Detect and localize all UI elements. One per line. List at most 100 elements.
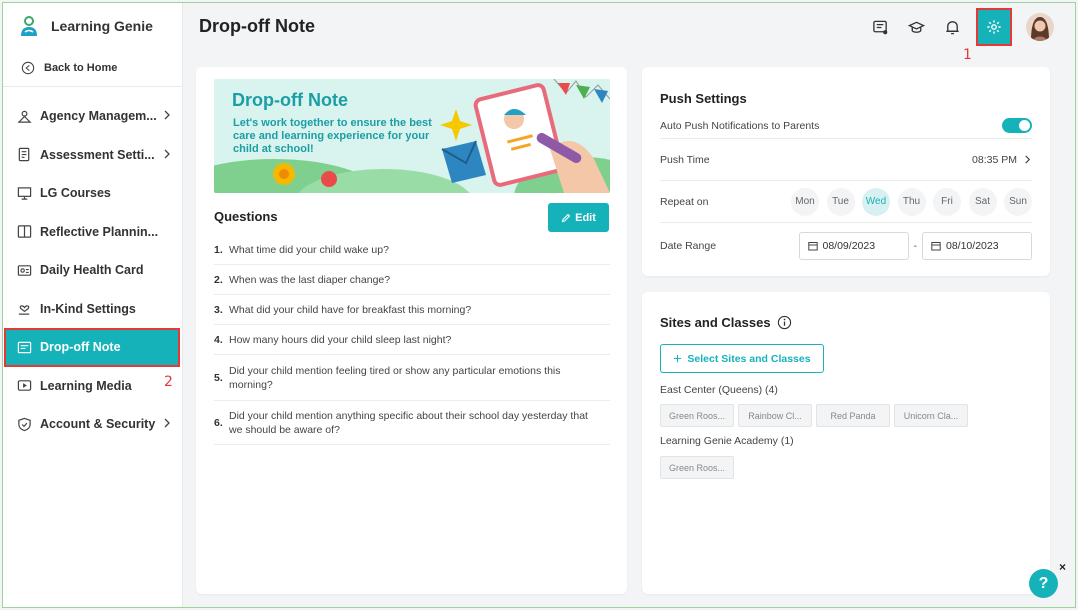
push-time-value: 08:35 PM	[972, 153, 1017, 166]
edit-button[interactable]: Edit	[548, 203, 609, 232]
class-chip: Unicorn Cla...	[894, 404, 968, 427]
day-wed[interactable]: Wed	[862, 187, 890, 216]
start-date-field[interactable]: 08/09/2023	[798, 232, 909, 260]
sidebar-item-label: LG Courses	[40, 186, 111, 201]
repeat-on-label: Repeat on	[660, 195, 709, 208]
chevron-right-icon	[1025, 155, 1031, 164]
repeat-on-row: Repeat on Mon Tue Wed Thu Fri Sat Sun	[660, 181, 1032, 223]
questions-title: Questions	[214, 209, 278, 224]
help-button[interactable]: ?	[1029, 569, 1058, 598]
day-mon[interactable]: Mon	[791, 187, 819, 216]
auto-push-label: Auto Push Notifications to Parents	[660, 119, 820, 132]
push-time-row: Push Time 08:35 PM	[660, 139, 1032, 181]
learning-genie-logo-icon	[21, 16, 37, 36]
back-to-home-label: Back to Home	[44, 61, 118, 74]
question-text: How many hours did your child sleep last…	[229, 333, 452, 346]
sidebar-item-reflective-planning[interactable]: Reflective Plannin...	[3, 213, 182, 252]
date-range-separator: -	[913, 240, 918, 252]
annotation-marker-1: 1	[963, 47, 972, 63]
list-item: 4. How many hours did your child sleep l…	[214, 325, 610, 355]
question-text: Did your child mention anything specific…	[229, 409, 588, 436]
chat-icon	[872, 20, 887, 34]
courses-icon	[17, 187, 32, 200]
banner-title: Drop-off Note	[232, 90, 348, 110]
sidebar-item-label: Drop-off Note	[40, 340, 121, 355]
chevron-right-icon	[164, 418, 170, 428]
select-sites-and-classes-button[interactable]: Select Sites and Classes	[660, 344, 824, 373]
auto-push-row: Auto Push Notifications to Parents	[660, 113, 1032, 139]
push-time-selector[interactable]: 08:35 PM	[972, 154, 1032, 166]
chevron-right-icon	[164, 110, 170, 120]
calendar-icon	[807, 242, 818, 251]
courses-button[interactable]	[898, 8, 934, 46]
sidebar-item-learning-media[interactable]: Learning Media	[3, 367, 182, 406]
drop-off-note-banner: Drop-off Note Let's work together to ens…	[214, 79, 610, 193]
class-chip-list: Green Roos...	[660, 456, 738, 479]
sites-and-classes-card: Sites and Classes Select Sites and Class…	[642, 292, 1050, 594]
sidebar-item-daily-health-card[interactable]: Daily Health Card	[3, 251, 182, 290]
questions-list: 1. What time did your child wake up? 2. …	[214, 235, 610, 445]
day-fri[interactable]: Fri	[933, 187, 961, 216]
list-item: 1. What time did your child wake up?	[214, 235, 610, 265]
sidebar-item-agency-management[interactable]: Agency Managem...	[3, 97, 182, 136]
sidebar-item-label: Account & Security	[40, 417, 156, 432]
notifications-button[interactable]	[934, 8, 970, 46]
start-date-value: 08/09/2023	[822, 240, 876, 252]
day-picker: Mon Tue Wed Thu Fri Sat Sun	[784, 187, 1032, 216]
avatar[interactable]	[1026, 13, 1054, 41]
health-card-icon	[17, 264, 32, 276]
sidebar-nav: Agency Managem... Assessment Setti... LG…	[3, 97, 182, 444]
sidebar-item-label: Assessment Setti...	[40, 147, 155, 162]
day-tue[interactable]: Tue	[826, 187, 855, 216]
chevron-right-icon	[164, 149, 170, 158]
question-text: Did your child mention feeling tired or …	[229, 364, 561, 391]
help-close-button[interactable]: ×	[1059, 560, 1066, 574]
push-settings-title: Push Settings	[660, 91, 747, 106]
end-date-value: 08/10/2023	[946, 240, 999, 252]
hand-heart-icon	[18, 305, 30, 315]
sidebar-item-label: Agency Managem...	[40, 109, 157, 124]
date-range-row: Date Range 08/09/2023 - 08/10/2023	[660, 223, 1032, 269]
sidebar-item-label: Daily Health Card	[40, 263, 144, 278]
sidebar-item-label: In-Kind Settings	[40, 301, 136, 316]
question-text: What did your child have for breakfast t…	[229, 303, 472, 316]
sidebar-item-assessment-settings[interactable]: Assessment Setti...	[3, 136, 182, 175]
list-item: 2. When was the last diaper change?	[214, 265, 610, 295]
day-sat[interactable]: Sat	[968, 187, 997, 216]
note-icon	[17, 341, 32, 354]
question-text: What time did your child wake up?	[229, 243, 389, 256]
sidebar: Learning Genie Back to Home Agency Manag…	[3, 3, 183, 607]
sidebar-item-drop-off-note[interactable]: Drop-off Note	[4, 328, 180, 367]
brand[interactable]: Learning Genie	[3, 3, 182, 49]
agency-icon	[17, 110, 32, 123]
graduation-cap-icon	[907, 21, 925, 33]
settings-button[interactable]	[976, 8, 1012, 46]
edit-label: Edit	[575, 211, 596, 224]
list-item: 6. Did your child mention anything speci…	[214, 401, 610, 445]
list-item: 5. Did your child mention feeling tired …	[214, 355, 610, 401]
day-thu[interactable]: Thu	[897, 187, 926, 216]
user-avatar-icon	[1026, 13, 1054, 41]
annotation-marker-2: 2	[164, 374, 173, 390]
sidebar-item-lg-courses[interactable]: LG Courses	[3, 174, 182, 213]
site-group-label: Learning Genie Academy (1)	[660, 435, 794, 447]
class-chip: Rainbow Cl...	[738, 404, 812, 427]
class-chip: Red Panda	[816, 404, 890, 427]
day-sun[interactable]: Sun	[1004, 187, 1032, 216]
question-number: 5.	[214, 371, 223, 384]
back-arrow-icon	[21, 61, 35, 74]
question-number: 1.	[214, 243, 223, 256]
sidebar-item-account-security[interactable]: Account & Security	[3, 405, 182, 444]
sidebar-item-label: Reflective Plannin...	[40, 224, 159, 239]
sidebar-item-in-kind-settings[interactable]: In-Kind Settings	[3, 290, 182, 329]
shield-icon	[18, 417, 31, 431]
end-date-field[interactable]: 08/10/2023	[922, 232, 1032, 260]
auto-push-toggle[interactable]	[1002, 118, 1032, 133]
back-to-home-link[interactable]: Back to Home	[3, 49, 182, 87]
media-play-icon	[17, 380, 32, 392]
info-icon[interactable]	[777, 315, 792, 330]
brand-name: Learning Genie	[51, 18, 153, 34]
assessment-icon	[18, 148, 30, 162]
chat-button[interactable]	[862, 8, 898, 46]
list-item: 3. What did your child have for breakfas…	[214, 295, 610, 325]
